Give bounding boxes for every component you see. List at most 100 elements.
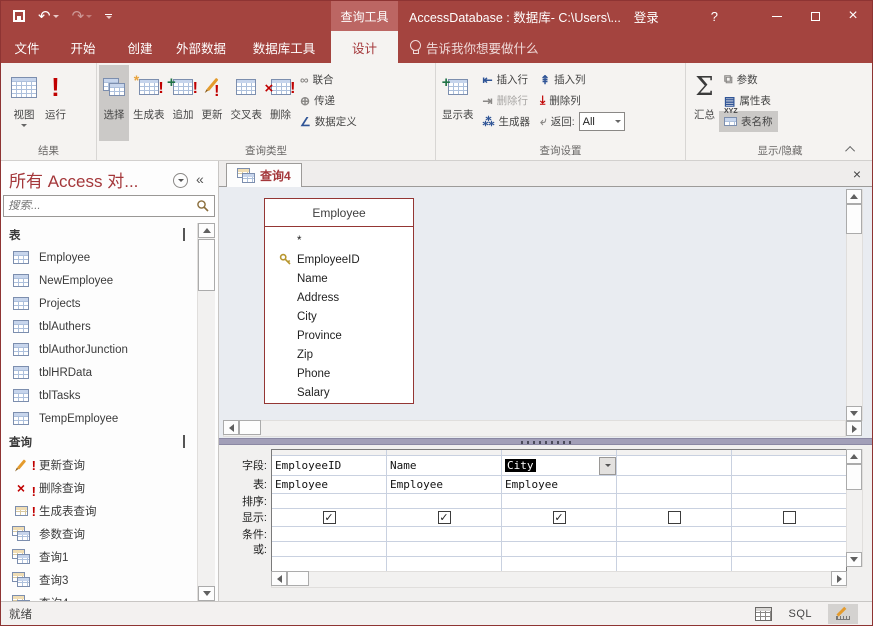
nav-pane-title-bar[interactable]: 所有 Access 对... « — [1, 165, 218, 193]
sort-cell[interactable] — [502, 494, 616, 509]
scroll-down-arrow[interactable] — [198, 586, 215, 601]
criteria-cell[interactable] — [387, 527, 501, 542]
crosstab-button[interactable]: 交叉表 — [227, 65, 267, 141]
search-input[interactable] — [4, 200, 196, 212]
sort-cell[interactable] — [732, 494, 847, 509]
nav-item-query4[interactable]: 查询4 — [1, 591, 197, 601]
tab-database-tools[interactable]: 数据库工具 — [244, 31, 324, 63]
scroll-left-arrow[interactable] — [223, 420, 239, 435]
customize-qat-button[interactable] — [105, 14, 112, 19]
scrollbar-thumb[interactable] — [198, 239, 215, 291]
minimize-button[interactable] — [758, 1, 796, 31]
insert-columns-button[interactable]: ⇞插入列 — [535, 69, 630, 90]
show-cell[interactable] — [617, 509, 731, 527]
nav-item-query3[interactable]: 查询3 — [1, 568, 197, 591]
scroll-right-arrow[interactable] — [846, 421, 862, 436]
append-button[interactable]: +! 追加 — [169, 65, 198, 141]
tab-home[interactable]: 开始 — [61, 31, 105, 63]
sort-cell[interactable] — [387, 494, 501, 509]
table-cell[interactable]: Employee — [387, 476, 501, 494]
sort-cell[interactable] — [617, 494, 731, 509]
nav-item-table[interactable]: Employee — [1, 246, 197, 269]
nav-item-table[interactable]: Projects — [1, 292, 197, 315]
scrollbar-thumb[interactable] — [846, 204, 862, 234]
nav-item-table[interactable]: tblHRData — [1, 361, 197, 384]
criteria-cell[interactable] — [502, 527, 616, 542]
field-cell[interactable]: Name — [387, 456, 501, 476]
shutter-bar-button[interactable]: « — [196, 171, 204, 187]
field-row[interactable]: * — [279, 231, 413, 250]
nav-item-query-make-table[interactable]: !生成表查询 — [1, 499, 197, 522]
delete-columns-button[interactable]: ⤓删除列 — [535, 90, 630, 111]
design-vertical-scrollbar[interactable] — [846, 189, 863, 421]
or-cell[interactable] — [617, 542, 731, 557]
pane-splitter[interactable] — [219, 438, 873, 445]
field-row[interactable]: Phone — [279, 364, 413, 383]
update-button[interactable]: ! 更新 — [198, 65, 227, 141]
undo-button[interactable]: ↶ — [38, 9, 59, 24]
or-cell[interactable] — [272, 542, 386, 557]
make-table-button[interactable]: *! 生成表 — [129, 65, 169, 141]
criteria-cell[interactable] — [617, 527, 731, 542]
nav-item-query-delete[interactable]: ×!删除查询 — [1, 476, 197, 499]
field-row[interactable]: City — [279, 307, 413, 326]
field-row[interactable]: Name — [279, 269, 413, 288]
scroll-left-arrow[interactable] — [271, 571, 287, 586]
tell-me-box[interactable]: 告诉我你想要做什么 — [409, 31, 539, 63]
redo-button[interactable]: ↷ — [72, 9, 93, 24]
or-cell[interactable] — [732, 542, 847, 557]
scroll-up-arrow[interactable] — [846, 449, 862, 464]
document-tab-query4[interactable]: 查询4 — [226, 163, 302, 187]
close-button[interactable]: × — [834, 1, 872, 31]
grid-vertical-scrollbar[interactable] — [846, 449, 863, 567]
design-view-button[interactable] — [828, 604, 858, 624]
nav-item-query-update[interactable]: !更新查询 — [1, 453, 197, 476]
show-cell[interactable] — [732, 509, 847, 527]
delete-query-button[interactable]: ×! 删除 — [266, 65, 295, 141]
tab-external-data[interactable]: 外部数据 — [168, 31, 234, 63]
scrollbar-thumb[interactable] — [846, 464, 862, 490]
field-dropdown-button[interactable] — [599, 457, 616, 475]
scroll-down-arrow[interactable] — [846, 406, 862, 421]
scrollbar-thumb[interactable] — [239, 420, 261, 435]
scrollbar-thumb[interactable] — [287, 571, 309, 586]
table-cell[interactable] — [732, 476, 847, 494]
parameters-button[interactable]: ⧉参数 — [719, 69, 778, 90]
maximize-button[interactable] — [796, 1, 834, 31]
field-row[interactable]: Address — [279, 288, 413, 307]
nav-item-table[interactable]: tblAuthers — [1, 315, 197, 338]
insert-rows-button[interactable]: ⇤插入行 — [478, 69, 536, 90]
view-button[interactable]: 视图 — [7, 65, 41, 141]
sql-view-button[interactable]: SQL — [788, 608, 812, 620]
nav-section-tables[interactable]: 表 — [1, 223, 197, 246]
criteria-cell[interactable] — [732, 527, 847, 542]
nav-menu-dropdown[interactable] — [173, 173, 188, 188]
show-cell[interactable]: ✓ — [502, 509, 616, 527]
delete-rows-button[interactable]: ⇥删除行 — [478, 90, 536, 111]
nav-section-queries[interactable]: 查询 — [1, 430, 197, 453]
field-cell[interactable] — [732, 456, 847, 476]
collapse-ribbon-button[interactable] — [842, 142, 860, 156]
or-cell[interactable] — [387, 542, 501, 557]
nav-item-table[interactable]: tblAuthorJunction — [1, 338, 197, 361]
data-definition-button[interactable]: ∠数据定义 — [295, 111, 362, 132]
totals-button[interactable]: Σ 汇总 — [690, 65, 719, 141]
field-cell-active[interactable]: City — [502, 456, 616, 476]
field-row[interactable]: Zip — [279, 345, 413, 364]
scroll-up-arrow[interactable] — [198, 223, 215, 238]
nav-item-table[interactable]: TempEmployee — [1, 407, 197, 430]
field-cell[interactable]: EmployeeID — [272, 456, 386, 476]
run-button[interactable]: ! 运行 — [41, 65, 70, 141]
union-button[interactable]: ∞联合 — [295, 69, 362, 90]
show-table-button[interactable]: + 显示表 — [438, 65, 478, 141]
return-top-values-combo[interactable]: All — [579, 112, 625, 131]
field-list-employee[interactable]: Employee * EmployeeID Name Address City … — [264, 198, 414, 404]
close-document-button[interactable]: × — [848, 165, 866, 183]
table-cell[interactable]: Employee — [502, 476, 616, 494]
select-query-button[interactable]: 选择 — [99, 65, 129, 141]
show-cell[interactable]: ✓ — [387, 509, 501, 527]
builder-button[interactable]: ⁂生成器 — [478, 111, 536, 132]
nav-item-query-parameter[interactable]: 参数查询 — [1, 522, 197, 545]
grid-horizontal-scrollbar[interactable] — [271, 571, 847, 588]
table-cell[interactable]: Employee — [272, 476, 386, 494]
